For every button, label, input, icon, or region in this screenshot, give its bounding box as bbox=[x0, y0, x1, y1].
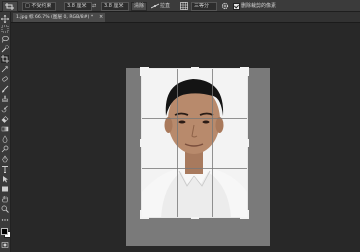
blur-tool-icon[interactable] bbox=[1, 135, 9, 143]
tools-panel bbox=[0, 12, 11, 252]
delete-cropped-pixels-checkbox[interactable] bbox=[233, 3, 240, 10]
crop-handle-left[interactable] bbox=[140, 139, 142, 147]
more-tools-icon[interactable] bbox=[1, 216, 9, 224]
eraser-tool-icon[interactable] bbox=[1, 115, 9, 123]
crop-grid-line bbox=[177, 69, 178, 217]
crop-icon bbox=[5, 3, 14, 10]
document-tab-title: 1.jpg 标 66.7% (图层 0, RGB/8#) * bbox=[16, 15, 94, 20]
type-tool-icon[interactable] bbox=[1, 165, 9, 173]
crop-box[interactable] bbox=[140, 67, 249, 219]
eyedropper-tool-icon[interactable] bbox=[1, 65, 9, 73]
hand-tool-icon[interactable] bbox=[1, 195, 9, 203]
document-tab-bar: 1.jpg 标 66.7% (图层 0, RGB/8#) * × bbox=[11, 12, 360, 23]
crop-grid-line bbox=[212, 69, 213, 217]
quick-mask-icon[interactable] bbox=[1, 241, 9, 249]
crop-handle-bottom-left[interactable] bbox=[140, 210, 149, 219]
gradient-tool-icon[interactable] bbox=[1, 125, 9, 133]
lasso-tool-icon[interactable] bbox=[1, 35, 9, 43]
brush-tool-icon[interactable] bbox=[1, 85, 9, 93]
view-overlay-select[interactable]: 三等分 bbox=[191, 2, 217, 11]
height-field[interactable]: 3.8 厘米 bbox=[101, 2, 129, 11]
history-brush-tool-icon[interactable] bbox=[1, 105, 9, 113]
color-swatches[interactable] bbox=[1, 228, 11, 238]
straighten-label[interactable]: 拉直 bbox=[160, 2, 170, 10]
crop-grid-line bbox=[142, 168, 247, 169]
zoom-tool-icon[interactable] bbox=[1, 205, 9, 213]
dodge-tool-icon[interactable] bbox=[1, 145, 9, 153]
marquee-tool-icon[interactable] bbox=[1, 25, 9, 33]
close-tab-icon[interactable]: × bbox=[99, 13, 105, 21]
width-field[interactable]: 3.8 厘米 bbox=[64, 2, 92, 11]
clone-stamp-tool-icon[interactable] bbox=[1, 95, 9, 103]
options-bar: □ 不受约束 3.8 厘米 ⇄ 3.8 厘米 清除 拉直 三等分 删除裁剪的像素 bbox=[0, 0, 360, 12]
ratio-select[interactable]: □ 不受约束 bbox=[22, 2, 56, 11]
crop-grid-line bbox=[142, 118, 247, 119]
swap-dimensions-button[interactable]: ⇄ bbox=[92, 2, 96, 10]
delete-cropped-pixels-label[interactable]: 删除裁剪的像素 bbox=[241, 2, 276, 10]
rectangle-tool-icon[interactable] bbox=[1, 185, 9, 193]
crop-handle-right[interactable] bbox=[247, 139, 249, 147]
crop-handle-bottom-right[interactable] bbox=[240, 210, 249, 219]
move-tool-icon[interactable] bbox=[1, 15, 9, 23]
healing-brush-tool-icon[interactable] bbox=[1, 75, 9, 83]
tool-preset-picker[interactable] bbox=[2, 1, 18, 12]
crop-handle-top-right[interactable] bbox=[240, 67, 249, 76]
clear-button[interactable]: 清除 bbox=[131, 2, 147, 11]
crop-handle-top[interactable] bbox=[191, 67, 199, 69]
crop-handle-top-left[interactable] bbox=[140, 67, 149, 76]
quick-select-tool-icon[interactable] bbox=[1, 45, 9, 53]
document-tab[interactable]: 1.jpg 标 66.7% (图层 0, RGB/8#) * bbox=[13, 13, 105, 22]
foreground-color-swatch[interactable] bbox=[1, 228, 8, 235]
crop-tool-icon[interactable] bbox=[1, 55, 9, 63]
path-select-tool-icon[interactable] bbox=[1, 175, 9, 183]
crop-handle-bottom[interactable] bbox=[191, 217, 199, 219]
pen-tool-icon[interactable] bbox=[1, 155, 9, 163]
